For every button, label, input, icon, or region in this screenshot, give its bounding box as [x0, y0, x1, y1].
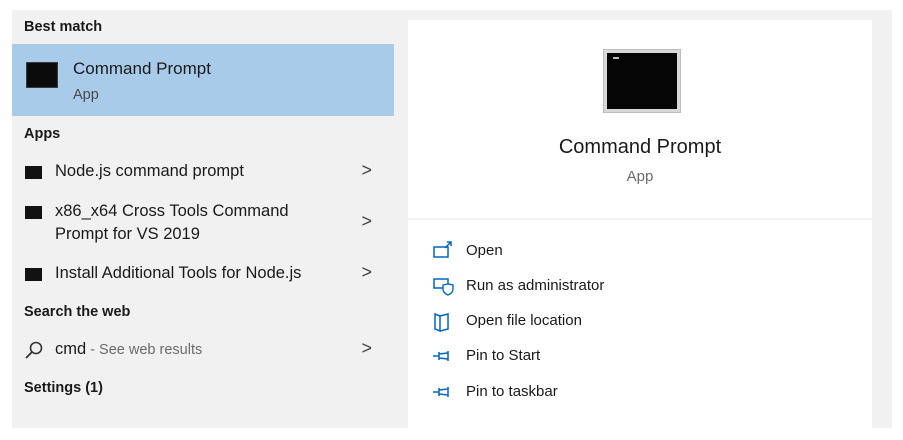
- terminal-icon: [25, 206, 42, 219]
- best-match-subtitle: App: [73, 87, 99, 103]
- command-prompt-icon: [26, 62, 58, 88]
- search-web-header: Search the web: [24, 304, 131, 320]
- action-label: Pin to Start: [466, 347, 541, 364]
- action-label: Open: [466, 242, 503, 259]
- file-location-icon: [434, 312, 449, 333]
- action-label: Pin to taskbar: [466, 383, 558, 400]
- action-open[interactable]: Open: [432, 238, 852, 266]
- action-pin-to-start[interactable]: Pin to Start: [432, 343, 852, 371]
- app-item-label: Node.js command prompt: [55, 162, 244, 180]
- best-match-item-command-prompt[interactable]: Command Prompt App: [12, 44, 394, 116]
- action-pin-to-taskbar[interactable]: Pin to taskbar: [432, 379, 852, 407]
- app-item-nodejs-command-prompt[interactable]: Node.js command prompt >: [12, 156, 394, 188]
- details-subtitle: App: [626, 168, 654, 185]
- command-prompt-large-icon: [604, 50, 680, 112]
- web-search-item-cmd[interactable]: cmd - See web results >: [12, 336, 394, 368]
- web-search-label: cmd - See web results: [55, 338, 202, 362]
- shield-icon: [433, 278, 454, 296]
- details-panel: Command Prompt App Open Run as administr…: [408, 20, 872, 428]
- action-run-as-administrator[interactable]: Run as administrator: [432, 273, 852, 301]
- search-icon: [25, 341, 43, 359]
- pin-icon: [433, 387, 449, 397]
- chevron-right-icon[interactable]: >: [361, 160, 372, 181]
- details-title: Command Prompt: [558, 136, 722, 158]
- open-icon: [433, 241, 452, 258]
- cursor-mark: [613, 57, 619, 59]
- terminal-icon: [25, 166, 42, 179]
- app-item-x86-x64-cross-tools[interactable]: x86_x64 Cross Tools Command Prompt for V…: [12, 200, 394, 250]
- terminal-icon: [25, 268, 42, 281]
- app-item-label: Install Additional Tools for Node.js: [55, 264, 302, 282]
- chevron-right-icon[interactable]: >: [361, 211, 372, 232]
- chevron-right-icon[interactable]: >: [361, 262, 372, 283]
- app-item-install-additional-tools[interactable]: Install Additional Tools for Node.js >: [12, 260, 394, 292]
- search-results-panel: Best match Command Prompt App Apps Node.…: [12, 10, 394, 428]
- divider: [408, 218, 872, 220]
- action-label: Open file location: [466, 312, 582, 329]
- pin-icon: [433, 351, 449, 361]
- best-match-header: Best match: [24, 19, 103, 35]
- action-label: Run as administrator: [466, 277, 605, 294]
- chevron-right-icon[interactable]: >: [361, 338, 372, 359]
- best-match-title: Command Prompt: [73, 59, 211, 78]
- web-search-suffix: - See web results: [86, 342, 203, 358]
- settings-header[interactable]: Settings (1): [24, 380, 103, 396]
- web-search-query: cmd: [55, 340, 87, 358]
- action-open-file-location[interactable]: Open file location: [432, 308, 852, 336]
- apps-header: Apps: [24, 126, 61, 142]
- app-item-label: x86_x64 Cross Tools Command Prompt for V…: [55, 202, 289, 243]
